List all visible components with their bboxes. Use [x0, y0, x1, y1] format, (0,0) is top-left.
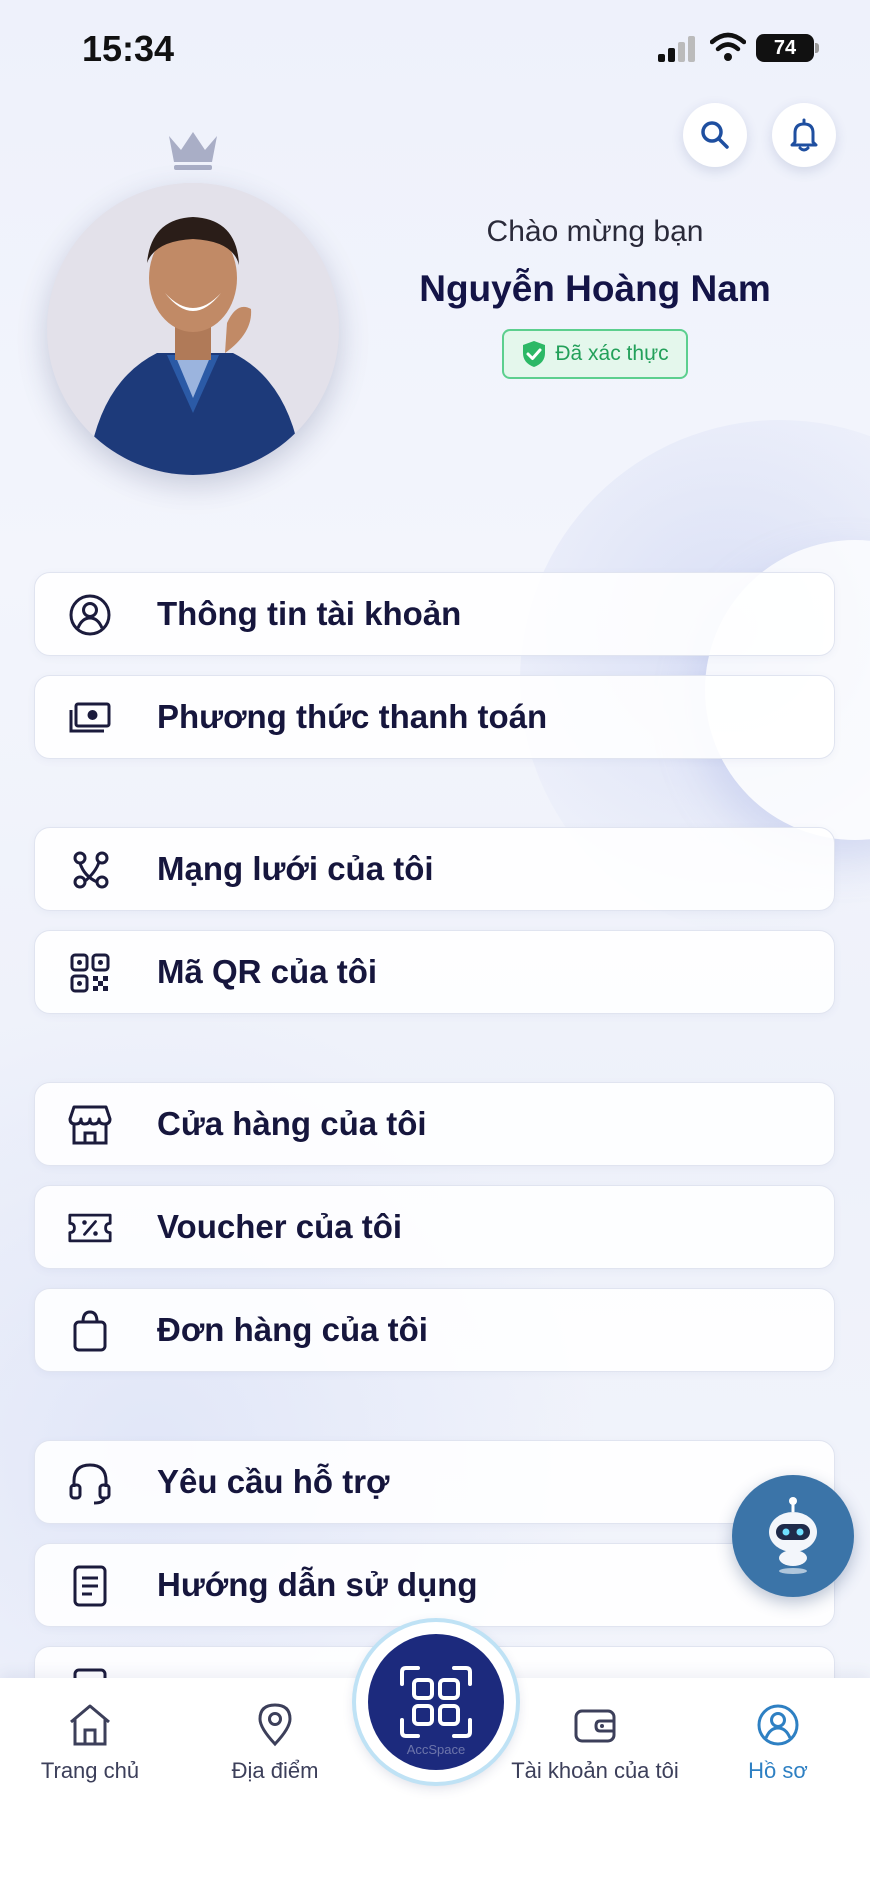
nav-item-home[interactable]: Trang chủ: [25, 1678, 155, 1818]
scan-caption: AccSpace: [406, 1742, 466, 1757]
bell-icon: [790, 118, 818, 152]
menu-label: Mã QR của tôi: [157, 953, 378, 990]
wallet-icon: [570, 1700, 620, 1750]
menu-item-my-qr[interactable]: Mã QR của tôi: [34, 930, 835, 1014]
nav-item-profile[interactable]: Hồ sơ: [728, 1678, 828, 1818]
money-icon: [68, 696, 112, 740]
menu-label: Đơn hàng của tôi: [157, 1311, 428, 1348]
menu-item-payment-method[interactable]: Phương thức thanh toán: [34, 675, 835, 759]
battery-indicator: 74: [756, 34, 814, 62]
nav-item-places[interactable]: Địa điểm: [210, 1678, 340, 1818]
nav-label-home: Trang chủ: [40, 1758, 140, 1783]
battery-tip: [815, 43, 819, 53]
scan-qr-button[interactable]: AccSpace: [356, 1622, 516, 1782]
menu-item-support-request[interactable]: Yêu cầu hỗ trợ: [34, 1440, 835, 1524]
menu-label: Phương thức thanh toán: [157, 698, 548, 735]
menu-label: Thông tin tài khoản: [157, 595, 462, 632]
status-bar: 15:34 74: [0, 0, 870, 100]
home-icon: [65, 1700, 115, 1750]
avatar[interactable]: [47, 183, 339, 475]
user-circle-icon: [68, 593, 112, 637]
qr-code-icon: [68, 951, 112, 995]
user-name: Nguyễn Hoàng Nam: [419, 268, 771, 309]
robot-icon: [769, 1497, 817, 1574]
avatar-photo: [47, 183, 339, 475]
menu-item-my-orders[interactable]: Đơn hàng của tôi: [34, 1288, 835, 1372]
voucher-icon: [68, 1206, 112, 1250]
search-icon: [701, 121, 729, 149]
shield-check-icon: [523, 341, 546, 367]
verified-label: Đã xác thực: [555, 342, 669, 365]
signal-icon: [658, 36, 695, 62]
greeting-text: Chào mừng bạn: [486, 215, 704, 248]
menu-item-user-guide[interactable]: Hướng dẫn sử dụng: [34, 1543, 835, 1627]
wifi-icon: [710, 32, 746, 61]
verified-badge: Đã xác thực: [502, 329, 688, 379]
shopping-bag-icon: [68, 1309, 112, 1353]
nav-label-places: Địa điểm: [231, 1758, 319, 1783]
user-circle-icon: [753, 1700, 803, 1750]
menu-label: Mạng lưới của tôi: [157, 850, 434, 887]
menu-label: Hướng dẫn sử dụng: [157, 1566, 478, 1603]
store-icon: [68, 1103, 112, 1147]
network-icon: [68, 848, 112, 892]
qr-scan-icon: [400, 1666, 472, 1738]
chatbot-button[interactable]: [732, 1475, 854, 1597]
status-time: 15:34: [82, 28, 175, 69]
menu-item-account-info[interactable]: Thông tin tài khoản: [34, 572, 835, 656]
location-pin-icon: [250, 1700, 300, 1750]
headset-icon: [68, 1461, 112, 1505]
menu-item-my-voucher[interactable]: Voucher của tôi: [34, 1185, 835, 1269]
nav-label-my-account: Tài khoản của tôi: [511, 1758, 679, 1783]
menu-item-my-store[interactable]: Cửa hàng của tôi: [34, 1082, 835, 1166]
scan-button-inner: AccSpace: [368, 1634, 504, 1770]
menu-label: Voucher của tôi: [157, 1208, 403, 1245]
document-icon: [68, 1564, 112, 1608]
menu-label: Cửa hàng của tôi: [157, 1105, 427, 1142]
menu-item-my-network[interactable]: Mạng lưới của tôi: [34, 827, 835, 911]
crown-icon: [169, 132, 217, 170]
nav-item-my-account[interactable]: Tài khoản của tôi: [505, 1678, 685, 1818]
notification-button[interactable]: [772, 103, 836, 167]
search-button[interactable]: [683, 103, 747, 167]
nav-label-profile: Hồ sơ: [748, 1758, 808, 1783]
menu-label: Yêu cầu hỗ trợ: [157, 1463, 390, 1500]
